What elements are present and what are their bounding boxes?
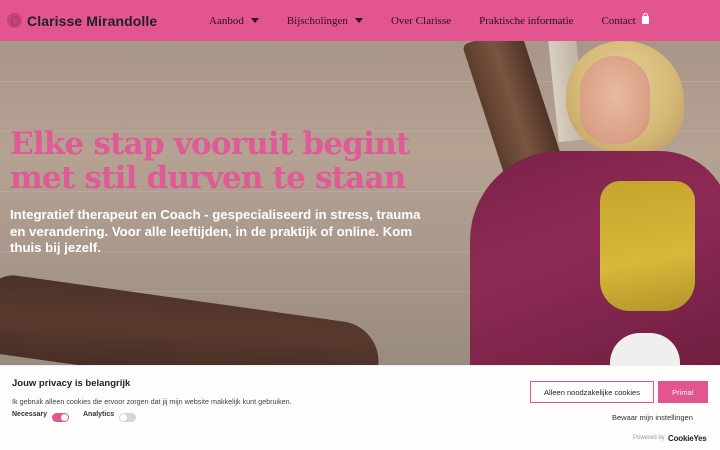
toggle-label-analytics: Analytics <box>83 411 115 418</box>
powered-by-label: Powered by <box>633 435 665 441</box>
cookie-banner: Jouw privacy is belangrijk Ik gebruik al… <box>0 365 720 450</box>
toggle-knob <box>120 414 127 421</box>
site-logo[interactable]: Clarisse Mirandolle <box>7 13 157 29</box>
cookieyes-logo[interactable]: CookieYes <box>668 434 707 443</box>
person-face <box>580 56 650 144</box>
chevron-down-icon <box>250 18 259 23</box>
toggle-knob <box>61 414 68 421</box>
nav-item-praktische-informatie[interactable]: Praktische informatie <box>479 15 573 27</box>
site-name: Clarisse Mirandolle <box>27 12 158 29</box>
cookie-title: Jouw privacy is belangrijk <box>12 378 131 389</box>
nav-label: Aanbod <box>209 14 244 27</box>
toggle-label-necessary: Necessary <box>12 411 48 418</box>
logo-icon <box>7 13 22 28</box>
nav-item-contact[interactable]: Contact <box>602 15 636 27</box>
person-shirt <box>600 181 695 311</box>
chevron-down-icon <box>354 18 363 23</box>
cookie-text: Ik gebruik alleen cookies die ervoor zor… <box>12 397 292 406</box>
hero-section: Elke stap vooruit begint met stil durven… <box>0 41 720 365</box>
nav-item-over-clarisse[interactable]: Over Clarisse <box>391 15 451 27</box>
nav-label: Over Clarisse <box>390 14 452 27</box>
accept-cookies-button[interactable]: Prima! <box>658 381 708 403</box>
shopping-bag-icon[interactable] <box>642 13 649 24</box>
nav-label: Praktische informatie <box>479 14 574 27</box>
hero-title: Elke stap vooruit begint met stil durven… <box>10 126 410 196</box>
analytics-toggle[interactable] <box>119 413 136 422</box>
reject-cookies-button[interactable]: Alleen noodzakelijke cookies <box>530 381 654 403</box>
nav-item-aanbod[interactable]: Aanbod <box>209 15 259 27</box>
necessary-toggle[interactable] <box>52 413 69 422</box>
nav-label: Contact <box>601 14 636 27</box>
site-header: Clarisse Mirandolle Aanbod Bijscholingen… <box>0 0 720 41</box>
hero-subtitle: Integratief therapeut en Coach - gespeci… <box>10 207 421 255</box>
nav-label: Bijscholingen <box>286 14 348 27</box>
driftwood-log <box>0 271 384 365</box>
save-settings-button[interactable]: Bewaar mijn instellingen <box>612 413 693 422</box>
main-nav: Aanbod Bijscholingen Over Clarisse Prakt… <box>200 0 636 41</box>
nav-item-bijscholingen[interactable]: Bijscholingen <box>287 15 363 27</box>
